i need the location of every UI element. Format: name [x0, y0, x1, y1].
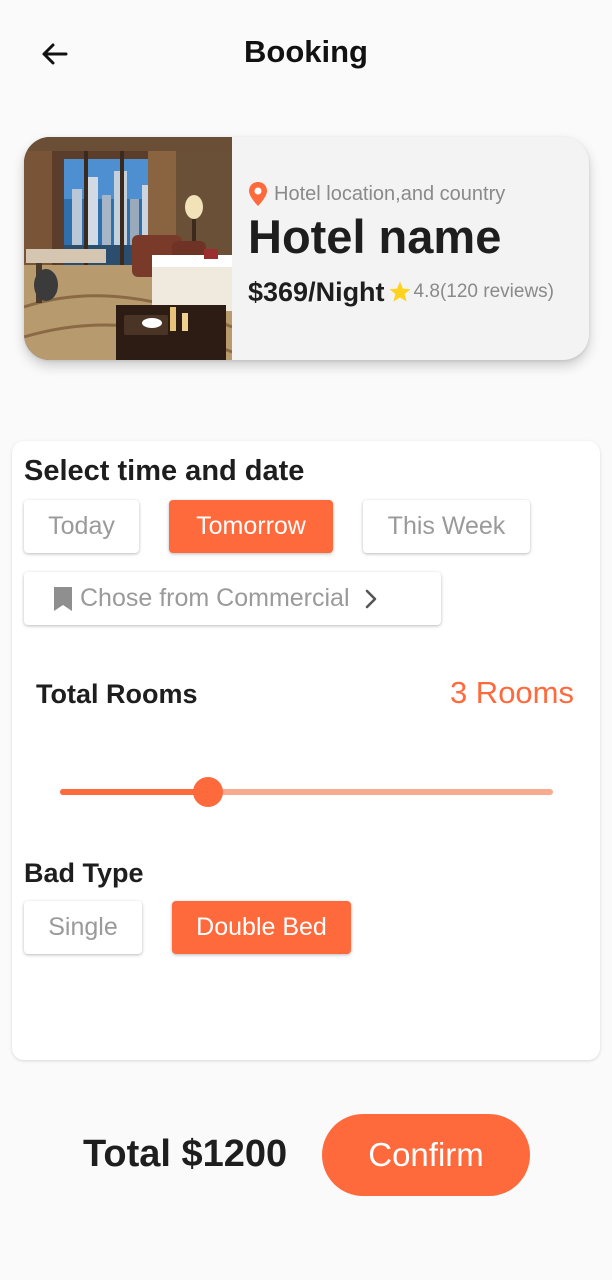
hotel-info: Hotel location,and country Hotel name $3… [248, 181, 579, 308]
chip-double-bed[interactable]: Double Bed [172, 901, 351, 954]
bed-type-title: Bad Type [24, 858, 144, 888]
hotel-location-row: Hotel location,and country [248, 181, 579, 207]
chip-single-bed[interactable]: Single [24, 901, 142, 954]
price-per-night: $369/Night [248, 276, 385, 307]
confirm-button[interactable]: Confirm [322, 1114, 530, 1196]
price-row: $369/Night 4.8(120 reviews) [248, 277, 579, 308]
location-pin-icon [249, 182, 267, 206]
total-price: Total $1200 [83, 1133, 288, 1175]
booking-screen: Booking Hotel location,and country Hotel… [0, 0, 612, 1280]
chip-tomorrow[interactable]: Tomorrow [169, 500, 333, 553]
page-title: Booking [244, 34, 368, 69]
chevron-right-icon [365, 589, 376, 608]
chip-today[interactable]: Today [24, 500, 139, 553]
slider-fill [60, 789, 208, 795]
rooms-slider[interactable] [60, 777, 553, 807]
hotel-card[interactable]: Hotel location,and country Hotel name $3… [24, 137, 589, 360]
time-date-title: Select time and date [24, 455, 305, 487]
chip-this-week[interactable]: This Week [363, 500, 530, 553]
total-rooms-label: Total Rooms [36, 679, 198, 709]
hotel-location: Hotel location,and country [274, 182, 506, 205]
bookmark-icon [54, 586, 72, 611]
hotel-name: Hotel name [248, 210, 502, 263]
star-icon [389, 281, 411, 302]
choose-commercial-label: Chose from Commercial [80, 584, 350, 612]
hotel-photo [24, 137, 232, 360]
choose-commercial-button[interactable]: Chose from Commercial [24, 572, 441, 625]
slider-thumb[interactable] [192, 777, 223, 807]
total-rooms-value: 3 Rooms [449, 675, 574, 710]
rating-text: 4.8(120 reviews) [413, 281, 554, 303]
booking-options-panel: Select time and date Today Tomorrow This… [12, 441, 600, 1060]
